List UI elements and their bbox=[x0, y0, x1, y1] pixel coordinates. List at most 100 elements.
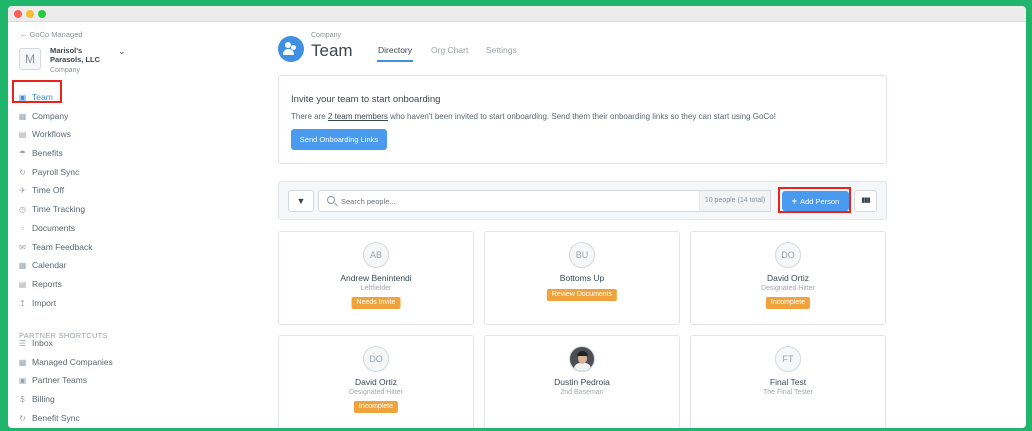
person-card[interactable]: DO David Ortiz Designated Hitter Incompl… bbox=[690, 231, 886, 325]
sidebar-item-payroll-sync[interactable]: ↻ Payroll Sync bbox=[18, 165, 79, 179]
onboarding-text: There are 2 team members who haven't bee… bbox=[291, 112, 776, 121]
status-badge: Incomplete bbox=[765, 297, 811, 309]
umbrella-icon: ☂ bbox=[18, 148, 27, 158]
grid-view-button[interactable]: ▮▮▮ bbox=[854, 190, 877, 212]
person-role: Leftfielder bbox=[360, 285, 392, 292]
back-link[interactable]: ← GoCo Managed bbox=[20, 30, 83, 39]
avatar: AB bbox=[363, 242, 389, 268]
status-badge: Incomplete bbox=[353, 401, 399, 413]
team-members-link[interactable]: 2 team members bbox=[328, 112, 388, 121]
sidebar-item-reports[interactable]: ▤ Reports bbox=[18, 277, 62, 291]
onboarding-text-start: There are bbox=[291, 112, 328, 121]
filter-icon: ▼ bbox=[296, 196, 306, 206]
person-role: The Final Tester bbox=[762, 389, 814, 396]
sidebar-item-label: Import bbox=[32, 298, 57, 308]
import-icon: ↥ bbox=[19, 298, 26, 308]
sidebar-item-workflows[interactable]: ▤ Workflows bbox=[18, 127, 71, 141]
avatar: DO bbox=[363, 346, 389, 372]
dollar-icon: $ bbox=[20, 394, 25, 404]
team-icon: ▣ bbox=[18, 375, 27, 385]
page-title: Team bbox=[311, 41, 353, 60]
search-icon bbox=[327, 196, 335, 204]
person-name: David Ortiz bbox=[354, 377, 398, 387]
sidebar-item-calendar[interactable]: ▦ Calendar bbox=[18, 258, 67, 272]
page-subtitle: Company bbox=[311, 32, 341, 39]
company-type: Company bbox=[50, 67, 80, 74]
minimize-window-button[interactable] bbox=[26, 10, 34, 18]
person-card[interactable]: FT Final Test The Final Tester bbox=[690, 335, 886, 428]
feedback-icon: ✉ bbox=[19, 242, 26, 252]
team-highlight-box bbox=[12, 80, 62, 103]
person-name: David Ortiz bbox=[766, 273, 810, 283]
close-window-button[interactable] bbox=[14, 10, 22, 18]
sidebar-item-label: Calendar bbox=[32, 260, 67, 270]
avatar: FT bbox=[775, 346, 801, 372]
team-icon bbox=[278, 36, 304, 62]
send-onboarding-links-button[interactable]: Send Onboarding Links bbox=[291, 129, 387, 150]
company-name[interactable]: Marisol's Parasols, LLC bbox=[50, 46, 112, 64]
grid-icon: ▮▮▮ bbox=[861, 197, 871, 204]
sidebar-item-documents[interactable]: ▫ Documents bbox=[18, 221, 75, 235]
person-role: Designated Hitter bbox=[760, 285, 816, 292]
status-badge: Needs Invite bbox=[351, 297, 401, 309]
sidebar-item-label: Reports bbox=[32, 279, 62, 289]
shortcut-item-billing[interactable]: $ Billing bbox=[18, 392, 55, 406]
person-name: Final Test bbox=[769, 377, 807, 387]
sidebar-item-label: Time Off bbox=[32, 185, 65, 195]
sidebar-item-benefits[interactable]: ☂ Benefits bbox=[18, 146, 63, 160]
document-icon: ▫ bbox=[21, 223, 24, 233]
person-name: Bottoms Up bbox=[559, 273, 605, 283]
search-input[interactable] bbox=[341, 194, 681, 209]
sync-icon: ↻ bbox=[19, 413, 26, 423]
sidebar-item-label: Team Feedback bbox=[32, 242, 93, 252]
sidebar-item-label: Benefits bbox=[32, 148, 63, 158]
sidebar-item-company[interactable]: ▦ Company bbox=[18, 109, 69, 123]
workflows-icon: ▤ bbox=[18, 129, 27, 139]
building-icon: ▦ bbox=[18, 111, 27, 121]
person-name: Andrew Benintendi bbox=[340, 273, 412, 283]
tab-directory[interactable]: Directory bbox=[378, 45, 412, 55]
avatar bbox=[569, 346, 595, 372]
shortcut-item-partner-teams[interactable]: ▣ Partner Teams bbox=[18, 373, 87, 387]
title-bar bbox=[8, 6, 1026, 22]
people-count: 10 people (14 total) bbox=[699, 190, 771, 212]
partner-shortcuts-heading: PARTNER SHORTCUTS bbox=[19, 331, 108, 340]
onboarding-card: Invite your team to start onboarding The… bbox=[278, 75, 887, 164]
chevron-down-icon[interactable]: ⌄ bbox=[118, 46, 126, 57]
sidebar-item-label: Payroll Sync bbox=[32, 167, 80, 177]
shortcut-item-benefit-sync[interactable]: ↻ Benefit Sync bbox=[18, 411, 80, 425]
reports-icon: ▤ bbox=[18, 279, 27, 289]
person-card[interactable]: BU Bottoms Up Review Documents bbox=[484, 231, 680, 325]
shortcut-item-label: Partner Teams bbox=[32, 375, 88, 385]
sidebar-item-import[interactable]: ↥ Import bbox=[18, 296, 56, 310]
sidebar-item-label: Workflows bbox=[32, 129, 72, 139]
status-badge: Review Documents bbox=[546, 289, 618, 301]
shortcut-item-label: Managed Companies bbox=[32, 357, 113, 367]
onboarding-text-end: who haven't been invited to start onboar… bbox=[387, 112, 776, 121]
plane-icon: ✈ bbox=[19, 185, 26, 195]
shortcut-item-label: Billing bbox=[32, 394, 55, 404]
company-avatar: M bbox=[19, 48, 41, 70]
person-card[interactable]: DO David Ortiz Designated Hitter Incompl… bbox=[278, 335, 474, 428]
avatar: BU bbox=[569, 242, 595, 268]
person-role: Designated Hitter bbox=[348, 389, 404, 396]
calendar-icon: ▦ bbox=[18, 260, 27, 270]
tab-settings[interactable]: Settings bbox=[486, 45, 517, 55]
sync-icon: ↻ bbox=[19, 167, 26, 177]
sidebar-item-label: Documents bbox=[32, 223, 75, 233]
app-window: ← GoCo Managed M Marisol's Parasols, LLC… bbox=[8, 6, 1026, 428]
filter-button[interactable]: ▼ bbox=[288, 190, 314, 212]
person-name: Dustin Pedroia bbox=[554, 377, 610, 387]
tab-org-chart[interactable]: Org Chart bbox=[431, 45, 468, 55]
shortcut-item-managed-companies[interactable]: ▦ Managed Companies bbox=[18, 355, 113, 369]
onboarding-title: Invite your team to start onboarding bbox=[291, 94, 441, 105]
person-card[interactable]: AB Andrew Benintendi Leftfielder Needs I… bbox=[278, 231, 474, 325]
shortcut-item-label: Benefit Sync bbox=[32, 413, 80, 423]
sidebar-item-team-feedback[interactable]: ✉ Team Feedback bbox=[18, 240, 92, 254]
sidebar-item-time-tracking[interactable]: ◷ Time Tracking bbox=[18, 202, 85, 216]
maximize-window-button[interactable] bbox=[38, 10, 46, 18]
sidebar-item-label: Company bbox=[32, 111, 69, 121]
person-card[interactable]: Dustin Pedroia 2nd Baseman bbox=[484, 335, 680, 428]
sidebar-item-time-off[interactable]: ✈ Time Off bbox=[18, 183, 64, 197]
avatar: DO bbox=[775, 242, 801, 268]
